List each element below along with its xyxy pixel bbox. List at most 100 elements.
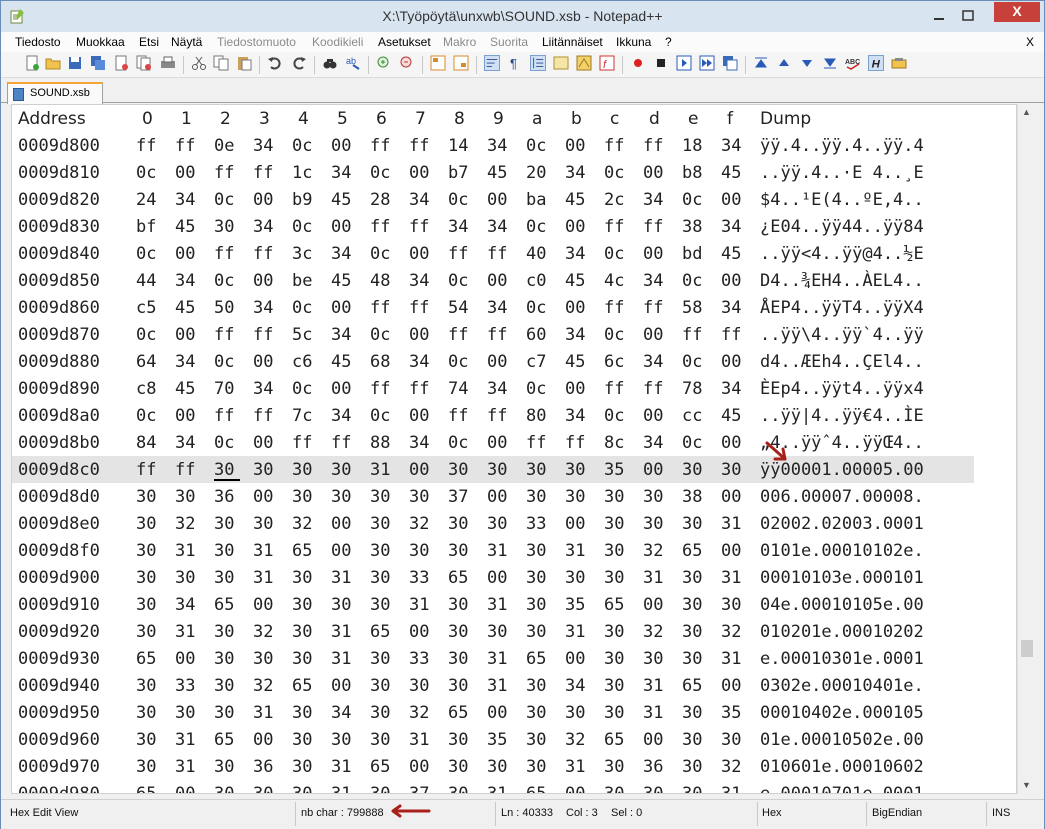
hex-byte[interactable]: 30: [448, 514, 468, 534]
hex-byte[interactable]: 00: [565, 784, 585, 793]
hex-byte[interactable]: 31: [175, 757, 195, 777]
hex-byte[interactable]: 30: [448, 649, 468, 669]
hex-byte[interactable]: 30: [136, 622, 156, 642]
hex-byte[interactable]: 65: [370, 757, 390, 777]
hex-byte[interactable]: ff: [604, 217, 624, 237]
hex-byte[interactable]: 34: [565, 325, 585, 345]
hex-byte[interactable]: 00: [565, 136, 585, 156]
hex-byte[interactable]: 37: [448, 487, 468, 507]
hex-byte[interactable]: 30: [331, 730, 351, 750]
cut-icon[interactable]: [191, 55, 207, 71]
hex-byte[interactable]: 00: [643, 244, 663, 264]
hex-byte[interactable]: 45: [721, 163, 741, 183]
hex-byte[interactable]: 45: [175, 217, 195, 237]
hex-byte[interactable]: 45: [565, 271, 585, 291]
hex-row[interactable]: 0009d980 65 00 30 30 30 31 30 37 30 31 65 00 30 30 30 31…: [12, 780, 1016, 793]
hex-byte[interactable]: 38: [682, 487, 702, 507]
tab-sound-xsb[interactable]: SOUND.xsb: [7, 82, 103, 104]
hex-byte[interactable]: 30: [292, 649, 312, 669]
hex-byte[interactable]: 31: [643, 703, 663, 723]
hex-byte[interactable]: 00: [253, 433, 273, 453]
hex-byte[interactable]: ff: [370, 136, 390, 156]
hex-byte[interactable]: ff: [487, 406, 507, 426]
hex-byte[interactable]: 30: [331, 460, 351, 480]
hex-byte[interactable]: 00: [487, 352, 507, 372]
hex-byte[interactable]: 31: [721, 784, 741, 793]
hex-byte[interactable]: ff: [604, 298, 624, 318]
hex-byte[interactable]: 30: [448, 757, 468, 777]
hex-byte[interactable]: 30: [136, 568, 156, 588]
hex-byte[interactable]: 32: [643, 541, 663, 561]
record-macro-icon[interactable]: [630, 55, 646, 71]
hex-byte[interactable]: 34: [175, 190, 195, 210]
hex-byte[interactable]: 34: [643, 352, 663, 372]
hex-byte[interactable]: 65: [214, 595, 234, 615]
hex-byte[interactable]: 30: [331, 595, 351, 615]
hex-row[interactable]: 0009d830 bf 45 30 34 0c 00 ff ff 34 34 0c 00 ff ff 38 34…: [12, 213, 1016, 240]
hex-byte[interactable]: 30: [604, 487, 624, 507]
sync-vertical-icon[interactable]: [430, 55, 446, 71]
hex-byte[interactable]: 34: [331, 325, 351, 345]
row-ascii-dump[interactable]: 006.00007.00008.: [760, 487, 924, 507]
hex-byte[interactable]: 0c: [370, 244, 390, 264]
hex-byte[interactable]: 30: [448, 541, 468, 561]
hex-byte[interactable]: 00: [487, 568, 507, 588]
stop-macro-icon[interactable]: [653, 55, 669, 71]
row-ascii-dump[interactable]: 00010103e.000101: [760, 568, 924, 588]
plugin-settings-icon[interactable]: [891, 55, 907, 71]
hex-byte[interactable]: ff: [643, 217, 663, 237]
hex-byte[interactable]: 00: [331, 541, 351, 561]
hex-byte[interactable]: 45: [175, 379, 195, 399]
row-ascii-dump[interactable]: e.00010301e.0001: [760, 649, 924, 669]
hex-byte[interactable]: 0c: [370, 325, 390, 345]
hex-byte[interactable]: 30: [565, 703, 585, 723]
hex-byte[interactable]: 00: [721, 676, 741, 696]
doc-map-icon[interactable]: [576, 55, 592, 71]
hex-byte[interactable]: 3c: [292, 244, 312, 264]
hex-byte[interactable]: 30: [682, 595, 702, 615]
hex-byte[interactable]: 2c: [604, 190, 624, 210]
hex-byte[interactable]: 00: [409, 460, 429, 480]
hex-byte[interactable]: 0c: [292, 298, 312, 318]
scroll-down-arrow-icon[interactable]: ▼: [1018, 777, 1035, 794]
hex-byte[interactable]: 30: [487, 622, 507, 642]
hex-byte[interactable]: 00: [409, 406, 429, 426]
hex-byte[interactable]: 65: [682, 541, 702, 561]
hex-byte[interactable]: 34: [643, 433, 663, 453]
row-ascii-dump[interactable]: 010201e.00010202: [760, 622, 924, 642]
hex-byte[interactable]: ff: [409, 136, 429, 156]
hex-byte[interactable]: 00: [253, 487, 273, 507]
hex-byte[interactable]: 0c: [526, 136, 546, 156]
hex-byte[interactable]: 0c: [604, 244, 624, 264]
hex-byte[interactable]: 31: [643, 568, 663, 588]
hex-byte[interactable]: b9: [292, 190, 312, 210]
hex-byte[interactable]: 31: [331, 649, 351, 669]
hex-byte[interactable]: 6c: [604, 352, 624, 372]
hex-byte[interactable]: 34: [175, 433, 195, 453]
hex-byte[interactable]: c6: [292, 352, 312, 372]
hex-row[interactable]: 0009d8b0 84 34 0c 00 ff ff 88 34 0c 00 ff ff 8c 34 0c 00…: [12, 429, 1016, 456]
hex-byte[interactable]: ff: [253, 325, 273, 345]
hex-byte[interactable]: 30: [370, 514, 390, 534]
hex-byte[interactable]: 35: [604, 460, 624, 480]
hex-byte[interactable]: 30: [409, 541, 429, 561]
hex-byte[interactable]: 00: [721, 352, 741, 372]
hex-byte[interactable]: b8: [682, 163, 702, 183]
hex-byte[interactable]: 00: [565, 514, 585, 534]
hex-byte[interactable]: 30: [370, 649, 390, 669]
hex-byte[interactable]: 0c: [526, 379, 546, 399]
hex-byte[interactable]: 31: [409, 730, 429, 750]
hex-byte[interactable]: 30: [292, 784, 312, 793]
open-file-icon[interactable]: [45, 55, 61, 71]
hex-row[interactable]: 0009d890 c8 45 70 34 0c 00 ff ff 74 34 0c 00 ff ff 78 34…: [12, 375, 1016, 402]
hex-byte[interactable]: 30: [292, 622, 312, 642]
hex-byte[interactable]: 30: [682, 784, 702, 793]
hex-byte[interactable]: cc: [682, 406, 702, 426]
hex-byte[interactable]: 30: [565, 568, 585, 588]
hex-byte[interactable]: 58: [682, 298, 702, 318]
hex-byte[interactable]: 00: [565, 649, 585, 669]
hex-byte[interactable]: 65: [448, 568, 468, 588]
hex-byte[interactable]: 00: [409, 757, 429, 777]
menu-koodikieli[interactable]: Koodikieli: [312, 35, 363, 49]
hex-byte[interactable]: ff: [214, 406, 234, 426]
